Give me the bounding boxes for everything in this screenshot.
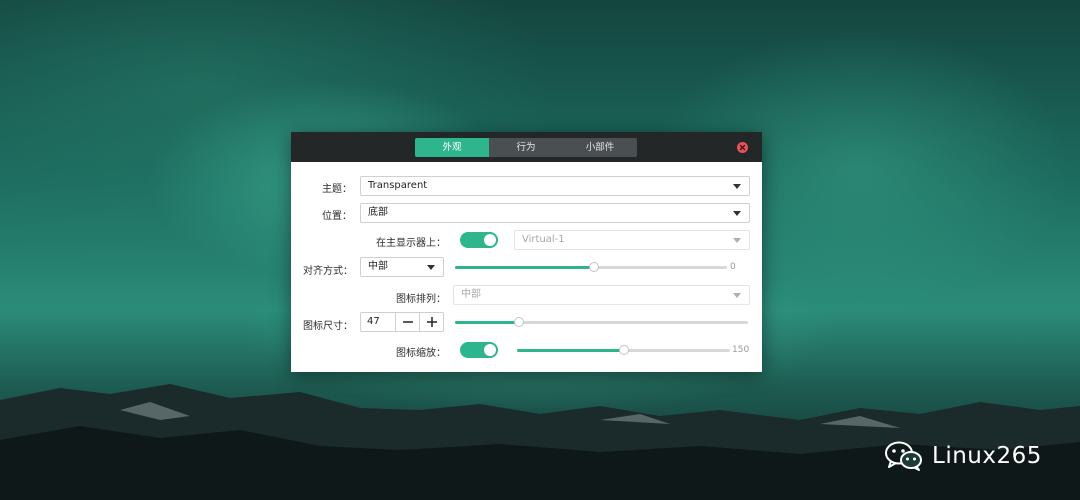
dropdown-arrow-icon [733,211,741,216]
primary-display-toggle[interactable] [460,232,498,248]
close-icon [739,144,746,151]
icon-size-label: 图标尺寸： [303,321,353,332]
dropdown-arrow-icon [427,265,435,270]
toggle-knob [484,234,496,246]
decrement-button[interactable] [395,313,420,331]
slider-fill [455,321,520,324]
slider-handle[interactable] [514,317,525,327]
tab-behavior[interactable]: 行为 [489,138,563,157]
desktop-wallpaper: 外观 行为 小部件 主题： Transparent 位置： 底部 在主显示器上： [0,0,1080,500]
position-select[interactable]: 底部 [360,203,750,223]
alignment-slider-value: 0 [730,262,736,272]
alignment-select[interactable]: 中部 [360,257,444,277]
icon-zoom-toggle[interactable] [460,342,498,358]
theme-value: Transparent [368,180,428,191]
icon-arrangement-select: 中部 [453,285,750,305]
tab-widgets[interactable]: 小部件 [563,138,637,157]
dropdown-arrow-icon [733,184,741,189]
position-value: 底部 [368,207,388,218]
minus-icon [403,321,413,323]
dock-settings-dialog: 外观 行为 小部件 主题： Transparent 位置： 底部 在主显示器上： [291,132,762,372]
increment-button[interactable] [419,313,444,331]
icon-zoom-label: 图标缩放： [396,348,446,359]
icon-zoom-slider-value: 150 [732,345,750,355]
icon-arrangement-value: 中部 [461,289,481,300]
icon-arrangement-label: 图标排列： [396,294,446,305]
wechat-icon [885,441,922,471]
dialog-titlebar: 外观 行为 小部件 [291,132,762,162]
tab-appearance[interactable]: 外观 [415,138,489,157]
toggle-knob [484,344,496,356]
theme-label: 主题： [322,184,352,195]
close-button[interactable] [737,142,748,153]
alignment-label: 对齐方式： [303,266,353,277]
dropdown-arrow-icon [733,238,741,243]
slider-fill [455,266,594,269]
primary-display-label: 在主显示器上： [376,238,446,249]
icon-size-input[interactable]: 47 [367,316,380,327]
watermark-text: Linux265 [932,443,1042,469]
plus-icon [427,317,437,327]
alignment-slider[interactable] [455,261,727,273]
icon-zoom-slider[interactable] [517,344,730,356]
dropdown-arrow-icon [733,293,741,298]
theme-select[interactable]: Transparent [360,176,750,196]
tab-bar: 外观 行为 小部件 [415,138,637,157]
icon-size-slider[interactable] [455,316,748,328]
watermark: Linux265 [884,440,1042,472]
alignment-value: 中部 [368,261,388,272]
slider-handle[interactable] [618,345,629,355]
slider-fill [517,349,624,352]
slider-handle[interactable] [588,262,599,272]
position-label: 位置： [322,211,352,222]
icon-size-stepper: 47 [360,312,444,332]
display-value: Virtual-1 [522,234,565,245]
display-select: Virtual-1 [514,230,750,250]
